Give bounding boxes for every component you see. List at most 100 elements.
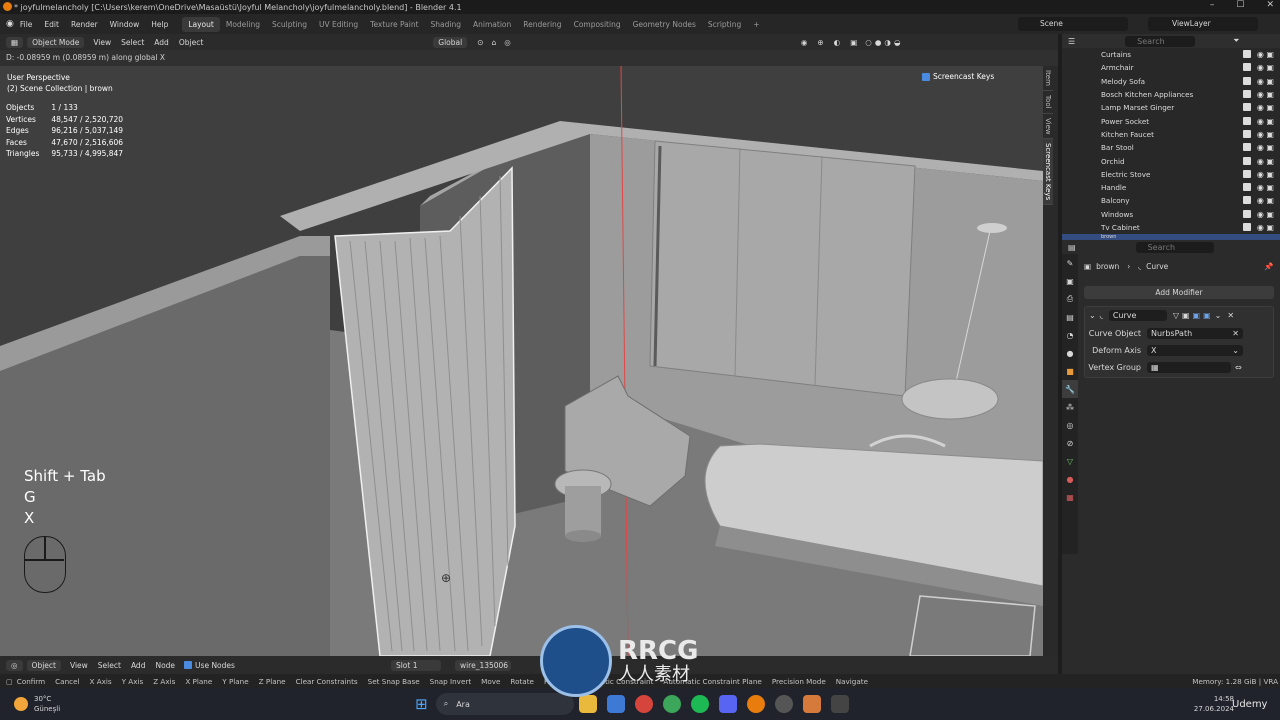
app-icon[interactable] xyxy=(830,695,849,713)
visibility-toggles[interactable]: ◉ ▣ xyxy=(1242,223,1274,232)
menu-select[interactable]: Select xyxy=(116,38,149,47)
tab-compositing[interactable]: Compositing xyxy=(568,17,627,32)
remove-modifier-icon[interactable]: ✕ xyxy=(1227,311,1234,320)
visibility-toggles[interactable]: ◉ ▣ xyxy=(1242,116,1274,126)
menu-view[interactable]: View xyxy=(88,38,116,47)
modifier-name-field[interactable]: Curve xyxy=(1108,309,1167,321)
weather-widget[interactable]: 30°C Güneşli xyxy=(34,694,60,714)
menu-render[interactable]: Render xyxy=(65,20,104,29)
mode-selector[interactable]: Object Mode xyxy=(27,36,85,48)
checkbox-icon[interactable] xyxy=(922,72,930,81)
visibility-toggles[interactable]: ◉ ▣ xyxy=(1242,196,1274,205)
scene-selector[interactable]: Scene xyxy=(1018,17,1128,31)
menu-object[interactable]: Object xyxy=(174,38,208,47)
menu-file[interactable]: File xyxy=(14,20,39,29)
data-tab-icon[interactable]: ▽ xyxy=(1062,452,1078,470)
obs-icon[interactable] xyxy=(774,695,793,713)
tab-item[interactable]: Item xyxy=(1043,66,1053,91)
tab-screencast-keys[interactable]: Screencast Keys xyxy=(1043,139,1053,206)
tab-geometry-nodes[interactable]: Geometry Nodes xyxy=(627,17,702,32)
filter-icon[interactable]: ⏷ xyxy=(1233,36,1239,46)
menu-node[interactable]: Node xyxy=(150,661,180,670)
visibility-toggles[interactable]: ◉ ▣ xyxy=(1242,183,1274,192)
close-icon[interactable]: ✕ xyxy=(1266,0,1274,10)
modifier-tab-icon[interactable]: 🔧 xyxy=(1062,380,1078,398)
particles-tab-icon[interactable]: ⁂ xyxy=(1062,398,1078,416)
outliner-item-bosch[interactable]: Bosch Kitchen Appliances ◉ ▣ xyxy=(1062,88,1280,101)
mic-icon[interactable] xyxy=(802,695,821,713)
outliner-search[interactable]: Search xyxy=(1125,35,1196,47)
weather-icon[interactable] xyxy=(14,697,28,711)
overlay-icon[interactable]: ◐ xyxy=(834,38,841,47)
visibility-toggles[interactable]: ◉ ▣ xyxy=(1242,76,1274,86)
maximize-icon[interactable]: ☐ xyxy=(1236,0,1244,10)
3d-viewport[interactable]: User Perspective (2) Scene Collection | … xyxy=(0,66,1043,656)
tab-modeling[interactable]: Modeling xyxy=(220,17,266,32)
visibility-toggles[interactable]: ◉ ▣ xyxy=(1242,169,1274,179)
view-layer-tab-icon[interactable]: ▤ xyxy=(1062,308,1078,326)
spotify-icon[interactable] xyxy=(690,695,709,713)
editor-type-button[interactable]: ▦ xyxy=(6,36,24,48)
clock[interactable]: 14:58 27.06.2024 xyxy=(1194,694,1234,714)
transform-orientation-selector[interactable]: Global xyxy=(433,36,468,48)
clear-icon[interactable]: ✕ xyxy=(1232,329,1239,338)
render-tab-icon[interactable]: ▣ xyxy=(1062,272,1078,290)
xray-icon[interactable]: ▣ xyxy=(850,38,857,47)
snap-icon[interactable]: ⌂ xyxy=(492,38,497,47)
add-workspace-button[interactable]: + xyxy=(747,17,765,32)
shading-solid-icon[interactable]: ● xyxy=(875,38,882,47)
render-display-icon[interactable]: ▣ xyxy=(1203,311,1211,320)
slot-selector[interactable]: Slot 1 xyxy=(390,659,441,671)
tab-sculpting[interactable]: Sculpting xyxy=(266,17,313,32)
tool-tab-icon[interactable]: ✎ xyxy=(1062,254,1078,272)
visibility-toggles[interactable]: ◉ ▣ xyxy=(1242,50,1274,59)
deform-axis-select[interactable]: X ⌄ xyxy=(1147,345,1243,356)
curve-object-field[interactable]: NurbsPath ✕ xyxy=(1147,328,1243,339)
outliner-item-curtains[interactable]: Curtains ◉ ▣ xyxy=(1062,48,1280,61)
gizmo-icon[interactable]: ⊕ xyxy=(817,38,823,47)
view-layer-selector[interactable]: ViewLayer xyxy=(1148,17,1258,31)
outliner-item-melody-sofa[interactable]: Melody Sofa ◉ ▣ xyxy=(1062,75,1280,88)
chrome-icon[interactable] xyxy=(634,695,653,713)
visibility-toggles[interactable]: ◉ ▣ xyxy=(1242,129,1274,139)
menu-view-nodes[interactable]: View xyxy=(65,661,93,670)
material-tab-icon[interactable]: ● xyxy=(1062,470,1078,488)
file-explorer-icon[interactable] xyxy=(578,695,597,713)
outliner-item-armchair[interactable]: Armchair ◉ ▣ xyxy=(1062,61,1280,74)
menu-edit[interactable]: Edit xyxy=(38,20,65,29)
visibility-toggles[interactable]: ◉ ▣ xyxy=(1242,156,1274,166)
dropdown-icon[interactable]: ⌄ xyxy=(1215,311,1222,320)
visibility-toggles[interactable]: ◉ ▣ xyxy=(1242,209,1274,219)
shading-material-icon[interactable]: ◑ xyxy=(884,38,891,47)
tab-scripting[interactable]: Scripting xyxy=(702,17,747,32)
outliner-item-electric-stove[interactable]: Electric Stove ◉ ▣ xyxy=(1062,168,1280,181)
vertex-group-field[interactable]: ▦ xyxy=(1147,362,1231,373)
shading-wireframe-icon[interactable]: ○ xyxy=(865,38,872,47)
viewport-display-icon[interactable]: ▣ xyxy=(1193,311,1201,320)
tab-animation[interactable]: Animation xyxy=(467,17,517,32)
world-tab-icon[interactable]: ● xyxy=(1062,344,1078,362)
menu-add-nodes[interactable]: Add xyxy=(126,661,151,670)
tab-layout[interactable]: Layout xyxy=(182,16,220,32)
add-modifier-button[interactable]: Add Modifier xyxy=(1084,286,1274,299)
store-icon[interactable] xyxy=(606,695,625,713)
outliner-item-balcony[interactable]: Balcony ◉ ▣ xyxy=(1062,194,1280,207)
tab-texture-paint[interactable]: Texture Paint xyxy=(364,17,424,32)
edit-mode-icon[interactable]: ▽ xyxy=(1173,311,1179,320)
physics-tab-icon[interactable]: ◎ xyxy=(1062,416,1078,434)
visibility-icon[interactable]: ◉ xyxy=(801,38,808,47)
outliner-editor-icon[interactable]: ☰ xyxy=(1068,37,1075,46)
menu-add[interactable]: Add xyxy=(149,38,174,47)
menu-help[interactable]: Help xyxy=(145,20,174,29)
tab-shading[interactable]: Shading xyxy=(425,17,467,32)
properties-editor-icon[interactable]: ▤ xyxy=(1068,243,1076,252)
material-selector[interactable]: wire_135006 xyxy=(454,659,511,671)
outliner-item-windows[interactable]: Windows ◉ ▣ xyxy=(1062,208,1280,221)
outliner-item-tv-cabinet[interactable]: Tv Cabinet ◉ ▣ xyxy=(1062,221,1280,234)
constraints-tab-icon[interactable]: ⊘ xyxy=(1062,434,1078,452)
use-nodes-checkbox[interactable] xyxy=(184,661,193,669)
tab-rendering[interactable]: Rendering xyxy=(517,17,567,32)
visibility-toggles[interactable]: ◉ ▣ xyxy=(1242,90,1274,99)
visibility-toggles[interactable]: ◉ ▣ xyxy=(1242,63,1274,72)
proportional-edit-icon[interactable]: ◎ xyxy=(504,38,511,47)
